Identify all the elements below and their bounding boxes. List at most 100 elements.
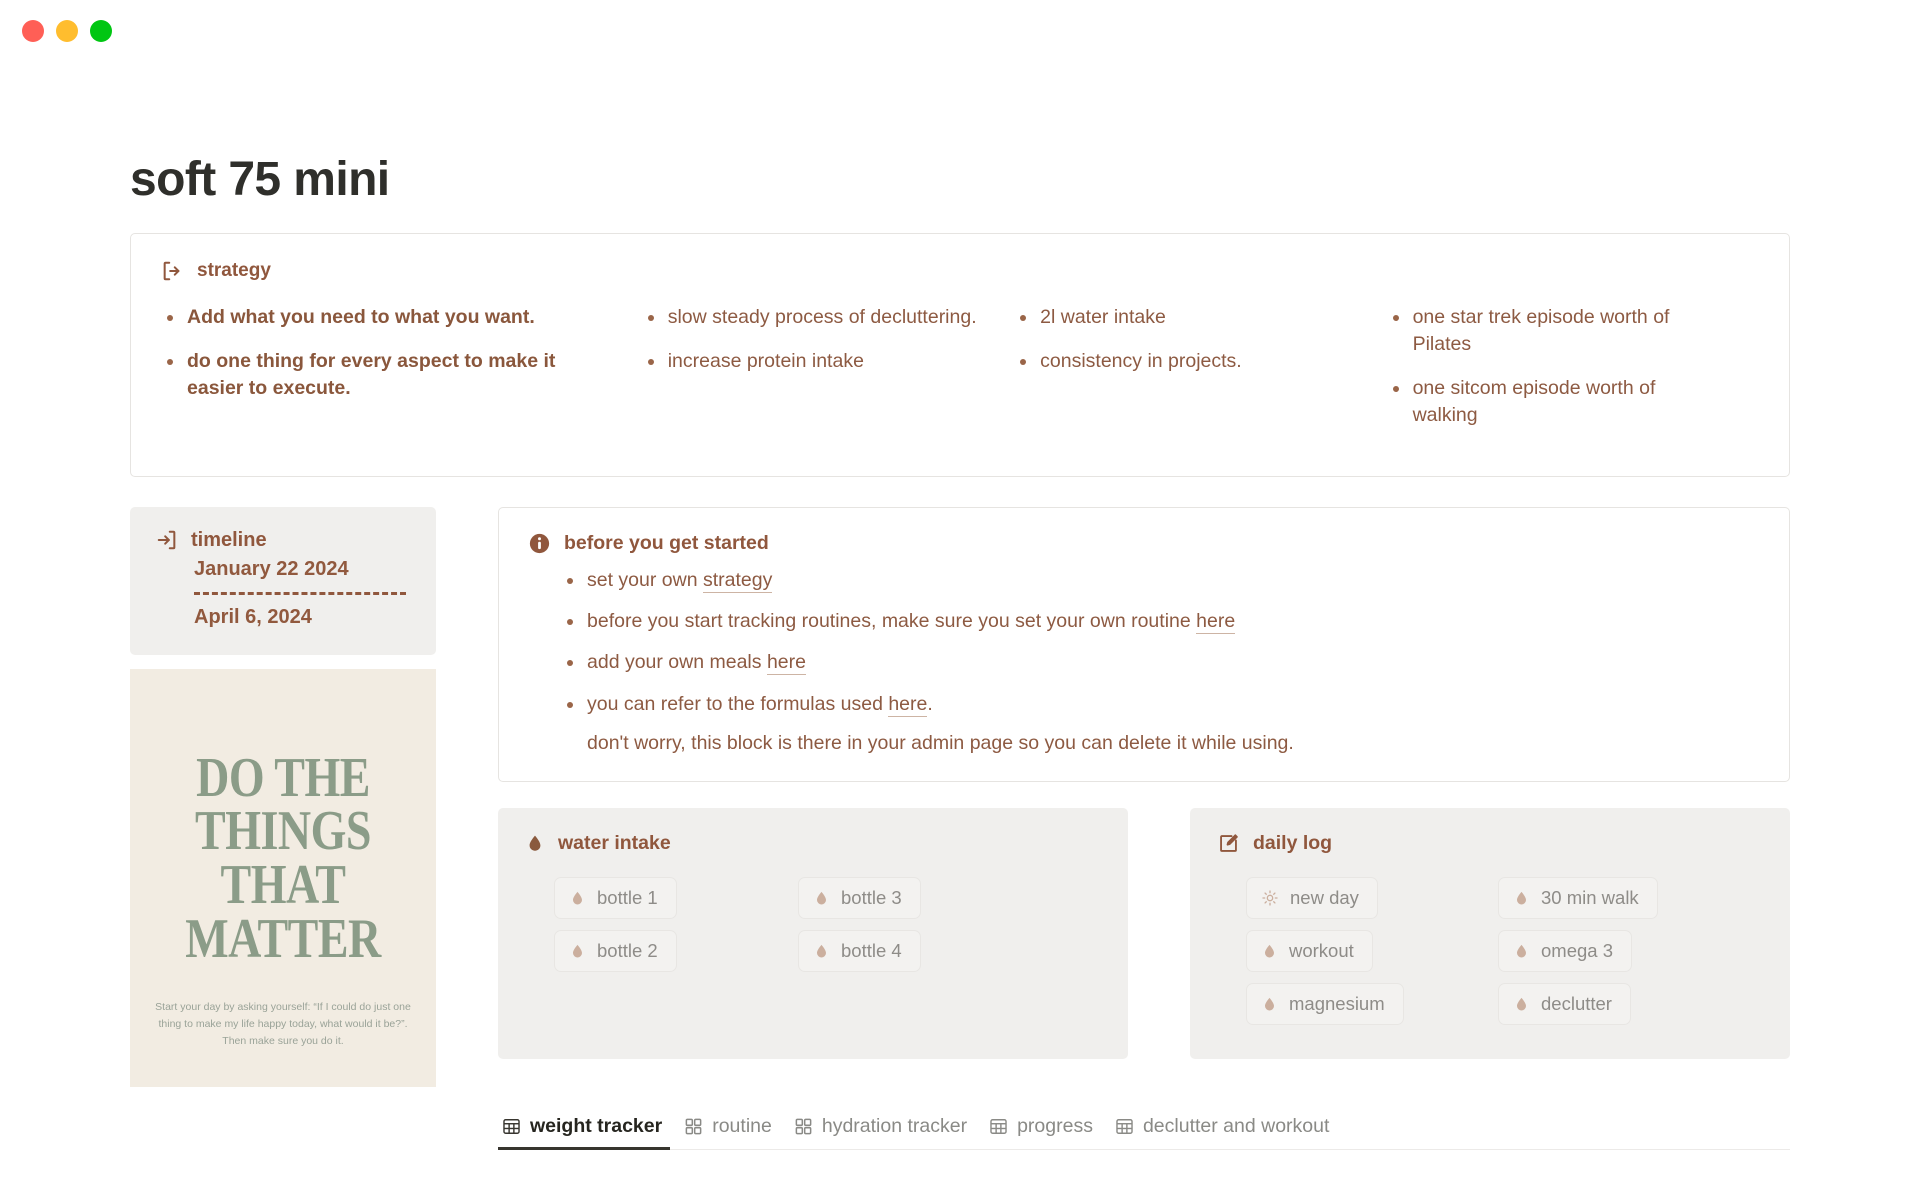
log-chip-column-1: new day workout magnesium xyxy=(1246,876,1498,1025)
maximize-button[interactable] xyxy=(90,20,112,42)
timeline-divider xyxy=(194,591,406,595)
list-item: add your own meals here xyxy=(561,649,1759,676)
list-item: set your own strategy xyxy=(561,567,1759,593)
sun-icon xyxy=(1262,890,1278,906)
chip-label: magnesium xyxy=(1289,992,1385,1014)
item-text: before you start tracking routines, make… xyxy=(587,609,1197,632)
table-icon xyxy=(989,1117,1008,1136)
strategy-item: consistency in projects. xyxy=(1014,348,1352,375)
strategy-header: strategy xyxy=(161,260,1759,282)
meals-link[interactable]: here xyxy=(766,651,806,676)
right-column: before you get started set your own stra… xyxy=(498,506,1790,1087)
formulas-link[interactable]: here xyxy=(888,692,928,717)
daily-log-chip[interactable]: 30 min walk xyxy=(1498,876,1658,919)
strategy-item: slow steady process of decluttering. xyxy=(642,304,980,331)
item-text-after: . xyxy=(927,692,933,715)
middle-section: timeline January 22 2024 April 6, 2024 D… xyxy=(130,506,1790,1087)
strategy-item: Add what you need to what you want. xyxy=(161,304,608,331)
tab-label: declutter and workout xyxy=(1142,1114,1330,1137)
strategy-item: one star trek episode worth of Pilates xyxy=(1387,304,1725,358)
list-item: before you start tracking routines, make… xyxy=(561,608,1759,634)
item-text: add your own meals xyxy=(587,651,767,674)
tab-progress[interactable]: progress xyxy=(985,1109,1111,1149)
tab-weight-tracker[interactable]: weight tracker xyxy=(498,1109,680,1150)
water-intake-card: water intake bottle 1 bottle 2 bottle 3 … xyxy=(498,807,1128,1059)
log-chip-column-2: 30 min walk omega 3 declutter xyxy=(1498,876,1658,1025)
daily-log-chip[interactable]: new day xyxy=(1246,876,1378,919)
chip-label: 30 min walk xyxy=(1541,886,1639,908)
left-column: timeline January 22 2024 April 6, 2024 D… xyxy=(130,506,436,1087)
before-started-note: don't worry, this block is there in your… xyxy=(587,731,1294,754)
chip-label: bottle 3 xyxy=(841,886,902,908)
item-text: set your own xyxy=(587,568,703,591)
water-drop-icon xyxy=(814,942,829,960)
tab-label: routine xyxy=(712,1114,772,1137)
daily-log-chip[interactable]: declutter xyxy=(1498,982,1631,1025)
chip-label: bottle 2 xyxy=(597,939,658,961)
strategy-heading-label: strategy xyxy=(197,260,271,281)
daily-log-card: daily log new day workout magnesium 30 m… xyxy=(1190,807,1790,1059)
strategy-item: increase protein intake xyxy=(642,348,980,375)
poster-line: MATTER xyxy=(185,906,381,970)
before-started-header: before you get started xyxy=(529,532,1759,555)
strategy-columns: Add what you need to what you want. do o… xyxy=(161,304,1759,446)
item-text: you can refer to the formulas used xyxy=(587,692,889,715)
database-tab-bar: weight tracker routine hydration tracker… xyxy=(498,1109,1790,1150)
timeline-end-date: April 6, 2024 xyxy=(194,605,312,628)
water-chip-column-1: bottle 1 bottle 2 xyxy=(554,876,798,972)
info-icon xyxy=(529,533,550,554)
water-chip-column-2: bottle 3 bottle 4 xyxy=(798,876,921,972)
chip-label: declutter xyxy=(1541,992,1612,1014)
close-button[interactable] xyxy=(22,20,44,42)
edit-square-icon xyxy=(1218,833,1239,854)
strategy-column-4: one star trek episode worth of Pilates o… xyxy=(1387,304,1759,446)
water-bottle-chip[interactable]: bottle 2 xyxy=(554,929,677,972)
water-drop-icon xyxy=(1514,889,1529,907)
strategy-item: do one thing for every aspect to make it… xyxy=(161,348,608,402)
poster-line: THAT xyxy=(220,853,346,916)
strategy-link[interactable]: strategy xyxy=(702,568,773,593)
water-drop-icon xyxy=(526,832,544,854)
water-bottle-chip[interactable]: bottle 3 xyxy=(798,876,921,919)
gallery-icon xyxy=(794,1117,813,1136)
timeline-heading-label: timeline xyxy=(191,528,267,551)
water-drop-icon xyxy=(570,942,585,960)
minimize-button[interactable] xyxy=(56,20,78,42)
water-drop-icon xyxy=(814,889,829,907)
routine-link[interactable]: here xyxy=(1196,609,1236,634)
timeline-start-date: January 22 2024 xyxy=(194,557,349,580)
chip-label: omega 3 xyxy=(1541,939,1613,961)
tracker-cards: water intake bottle 1 bottle 2 bottle 3 … xyxy=(498,807,1790,1059)
strategy-item: one sitcom episode worth of walking xyxy=(1387,375,1725,429)
daily-log-chip[interactable]: omega 3 xyxy=(1498,929,1632,972)
water-drop-icon xyxy=(570,889,585,907)
tab-declutter-and-workout[interactable]: declutter and workout xyxy=(1111,1109,1347,1149)
water-drop-icon xyxy=(1262,942,1277,960)
daily-log-chip[interactable]: magnesium xyxy=(1246,982,1404,1025)
strategy-column-1: Add what you need to what you want. do o… xyxy=(161,304,642,446)
tab-label: weight tracker xyxy=(530,1114,663,1137)
poster-subtext: Start your day by asking yourself: “If I… xyxy=(155,1001,411,1047)
page-title: soft 75 mini xyxy=(130,153,390,206)
login-icon xyxy=(156,529,178,551)
tab-hydration-tracker[interactable]: hydration tracker xyxy=(790,1109,985,1149)
strategy-item: 2l water intake xyxy=(1014,304,1352,331)
daily-log-chip[interactable]: workout xyxy=(1246,929,1373,972)
water-intake-heading-label: water intake xyxy=(558,831,671,854)
tab-label: hydration tracker xyxy=(821,1114,968,1137)
window-chrome xyxy=(0,0,1920,62)
strategy-column-2: slow steady process of decluttering. inc… xyxy=(642,304,1014,446)
water-bottle-chip[interactable]: bottle 4 xyxy=(798,929,921,972)
tab-routine[interactable]: routine xyxy=(680,1109,790,1149)
water-drop-icon xyxy=(1262,995,1277,1013)
daily-log-heading-label: daily log xyxy=(1253,831,1333,854)
app-window: soft 75 mini strategy Add what you need … xyxy=(0,0,1920,1200)
chip-label: new day xyxy=(1290,886,1359,908)
daily-log-chips: new day workout magnesium 30 min walk om… xyxy=(1218,876,1762,1025)
water-bottle-chip[interactable]: bottle 1 xyxy=(554,876,677,919)
chip-label: bottle 1 xyxy=(597,886,658,908)
poster-line: DO THE xyxy=(196,745,370,808)
water-intake-chips: bottle 1 bottle 2 bottle 3 bottle 4 xyxy=(526,876,1100,972)
before-started-heading-label: before you get started xyxy=(564,531,769,554)
poster-image: DO THE THINGS THAT MATTER Start your day… xyxy=(130,668,436,1087)
